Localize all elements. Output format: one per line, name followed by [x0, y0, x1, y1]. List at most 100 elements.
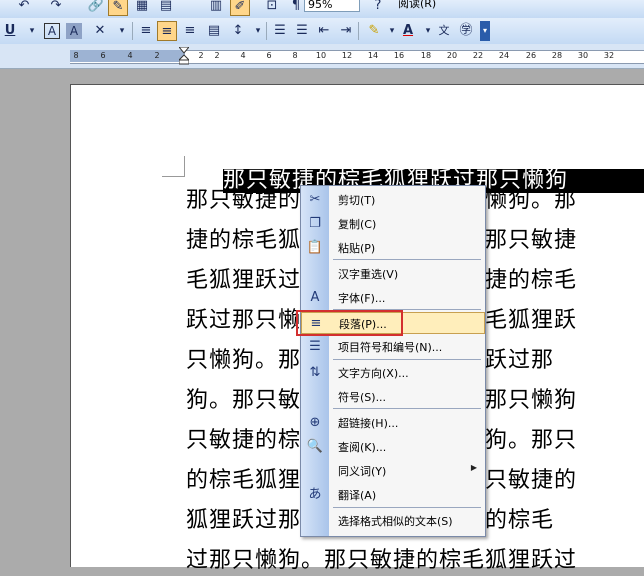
menu-item[interactable]: 📋 粘贴(P) — [301, 237, 485, 259]
ruler-label: 2 — [198, 51, 204, 60]
menu-item-label: 超链接(H)... — [338, 417, 399, 430]
menu-separator — [333, 359, 481, 360]
ruler-label: 28 — [551, 51, 563, 60]
toolbar-separator — [266, 22, 267, 40]
toolbar-options-icon[interactable]: ▾ — [480, 21, 490, 41]
menu-item[interactable]: 选择格式相似的文本(S) — [301, 510, 485, 532]
ruler-label: 26 — [525, 51, 537, 60]
copy-icon: ❐ — [309, 216, 321, 231]
menu-item[interactable]: ❐ 复制(C) — [301, 213, 485, 235]
menu-item-label: 查阅(K)... — [338, 441, 387, 454]
underline-dropdown-icon[interactable]: ▾ — [22, 21, 42, 41]
highlight-icon[interactable]: ✎ — [364, 21, 384, 41]
line-spacing-icon[interactable]: ↕ — [228, 21, 248, 41]
align-left-icon[interactable]: ≡ — [136, 21, 156, 41]
menu-item[interactable]: ⇅ 文字方向(X)... — [301, 362, 485, 384]
tables-borders-icon[interactable]: ✎ — [108, 0, 128, 16]
scissors-icon: ✂ — [309, 192, 321, 207]
ruler-label: 24 — [498, 51, 510, 60]
numbering-icon[interactable]: ☰ — [270, 21, 290, 41]
menu-item-label: 符号(S)... — [338, 391, 387, 404]
menu-item[interactable]: ⊕ 超链接(H)... — [301, 412, 485, 434]
ruler-label: 32 — [603, 51, 615, 60]
columns-icon[interactable]: ▥ — [206, 0, 226, 16]
ruler-label: 10 — [315, 51, 327, 60]
ruler-label: 6 — [100, 51, 106, 60]
char-shading-icon[interactable]: A — [66, 23, 82, 39]
line-spacing-dropdown-icon[interactable]: ▾ — [248, 21, 268, 41]
menu-separator — [333, 408, 481, 409]
menu-item-label: 文字方向(X)... — [338, 367, 409, 380]
distributed-align-icon[interactable]: ▤ — [204, 21, 224, 41]
help-icon[interactable]: ? — [368, 0, 388, 16]
phonetic-guide-icon[interactable]: 文 — [434, 21, 454, 41]
menu-item-label: 同义词(Y) — [338, 465, 387, 478]
enclosed-char-icon[interactable]: ㊫ — [456, 21, 476, 41]
menu-separator — [333, 259, 481, 260]
horizontal-ruler[interactable]: 8 6 4 2 2 2 4 6 8 10 12 14 16 18 20 22 24 26 28 30 32 — [0, 44, 644, 69]
document-map-icon[interactable]: ⊡ — [262, 0, 282, 16]
standard-toolbar: ↶ ↷ 🔗 ✎ ▦ ▤ ▥ ✐ ⊡ ¶ 95% ? 阅读(R) — [0, 0, 644, 19]
reading-mode-label: 阅读(R) — [398, 0, 437, 10]
decrease-indent-icon[interactable]: ⇤ — [314, 21, 334, 41]
ruler-label: 20 — [446, 51, 458, 60]
zoom-box[interactable]: 95% — [304, 0, 360, 12]
menu-item-label: 汉字重选(V) — [338, 268, 399, 281]
menu-item-label: 项目符号和编号(N)... — [338, 341, 443, 354]
bullets-icon: ☰ — [309, 339, 321, 354]
menu-item-label: 剪切(T) — [338, 194, 376, 207]
ruler-label: 4 — [127, 51, 133, 60]
char-scale-dropdown-icon[interactable]: ▾ — [112, 21, 132, 41]
menu-item[interactable]: 同义词(Y) ▶ — [301, 460, 485, 482]
menu-item[interactable]: 符号(S)... — [301, 386, 485, 408]
ruler-label: 6 — [266, 51, 272, 60]
menu-item[interactable]: ☰ 项目符号和编号(N)... — [301, 336, 485, 358]
translate-icon: あ — [308, 487, 322, 502]
align-right-icon[interactable]: ≡ — [180, 21, 200, 41]
font-icon: A — [310, 290, 320, 305]
hyperlink-icon: ⊕ — [309, 415, 321, 430]
insert-excel-icon[interactable]: ▤ — [156, 0, 176, 16]
menu-item-label: 翻译(A) — [338, 489, 377, 502]
redo-icon[interactable]: ↷ — [46, 0, 66, 16]
undo-icon[interactable]: ↶ — [14, 0, 34, 16]
formatting-toolbar: U ▾ A A ✕ ▾ ≡ ≡ ≡ ▤ ↕ ▾ ☰ ☰ ⇤ ⇥ ✎ ▾ A ▾ … — [0, 18, 644, 45]
zoom-value: 95% — [308, 0, 333, 11]
menu-item[interactable]: 汉字重选(V) — [301, 263, 485, 285]
menu-item-label: 复制(C) — [338, 218, 377, 231]
hyperlink-toolbar-icon[interactable]: 🔗 — [86, 0, 106, 16]
menu-separator — [333, 507, 481, 508]
indent-marker-icon[interactable] — [179, 47, 189, 65]
show-hide-icon[interactable]: ¶ — [286, 0, 306, 16]
insert-table-icon[interactable]: ▦ — [132, 0, 152, 16]
menu-item[interactable]: ✂ 剪切(T) — [301, 189, 485, 211]
submenu-arrow-icon: ▶ — [470, 463, 477, 472]
ruler-label: 22 — [472, 51, 484, 60]
char-scale-icon[interactable]: ✕ — [90, 21, 110, 41]
reading-mode-button[interactable]: 阅读(R) — [394, 0, 440, 12]
bullets-icon[interactable]: ☰ — [292, 21, 312, 41]
ruler-label: 8 — [73, 51, 79, 60]
toolbar-separator — [358, 22, 359, 40]
menu-item[interactable]: 🔍 查阅(K)... — [301, 436, 485, 458]
annotation-highlight-box — [296, 310, 403, 336]
ruler-label: 2 — [154, 51, 160, 60]
text-direction-icon: ⇅ — [309, 365, 321, 380]
menu-item-label: 粘贴(P) — [338, 242, 376, 255]
ruler-label: 2 — [214, 51, 220, 60]
underline-icon[interactable]: U — [0, 21, 20, 41]
ruler-label: 4 — [240, 51, 246, 60]
drawing-icon[interactable]: ✐ — [230, 0, 250, 16]
document-text-line[interactable]: 过那只懒狗。那只敏捷的棕毛狐狸跃过 — [186, 546, 644, 576]
increase-indent-icon[interactable]: ⇥ — [336, 21, 356, 41]
research-icon: 🔍 — [306, 439, 324, 454]
menu-item[interactable]: あ 翻译(A) — [301, 484, 485, 506]
align-center-icon[interactable]: ≡ — [157, 21, 177, 41]
char-border-icon[interactable]: A — [44, 23, 60, 39]
ruler-label: 12 — [341, 51, 353, 60]
ruler-label: 30 — [577, 51, 589, 60]
menu-item-label: 选择格式相似的文本(S) — [338, 515, 453, 528]
context-menu: ✂ 剪切(T) ❐ 复制(C) 📋 粘贴(P) 汉字重选(V) A 字体(F)... ≡ 段落(P)… — [300, 185, 486, 537]
font-color-icon[interactable]: A — [398, 21, 418, 41]
menu-item[interactable]: A 字体(F)... — [301, 287, 485, 309]
